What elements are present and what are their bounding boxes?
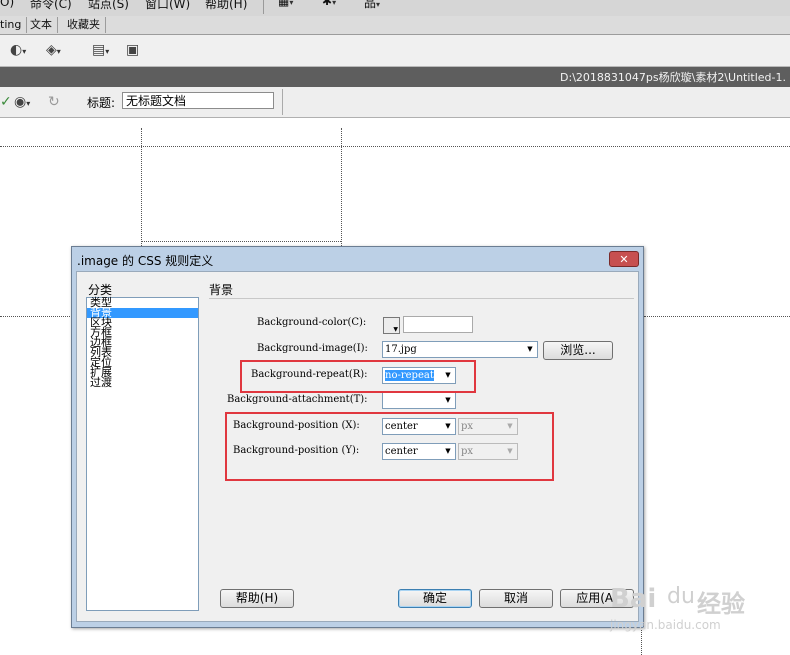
chevron-down-icon[interactable]: ▼ [525,343,535,356]
watermark-url: jingyan.baidu.com [610,618,721,632]
file-path-bar: D:\2018831047ps杨欣璇\素材2\Untitled-1. [0,67,790,87]
cancel-button[interactable]: 取消 [479,589,553,608]
title-label: 标题: [87,96,116,110]
panel-title: 背景 [209,283,234,297]
bg-attachment-label: Background-attachment(T): [227,394,368,405]
extend-gear-icon[interactable]: ✱▾ [322,0,336,8]
media-insert-icon[interactable]: ◈▾ [46,41,61,59]
baidu-watermark: Bai du 经验 jingyan.baidu.com [604,578,784,638]
comment-insert-icon[interactable]: ▣ [126,41,139,59]
validate-check-icon[interactable]: ✓ [0,93,12,111]
menu-item-window[interactable]: 窗口(W) [145,0,190,12]
menu-separator [263,0,264,14]
layout-icon[interactable]: ▦▾ [278,0,293,8]
browse-button[interactable]: 浏览... [543,341,613,360]
highlight-box-position [225,412,554,481]
menu-item-help[interactable]: 帮助(H) [205,0,247,12]
menu-item-partial[interactable]: O) [0,0,14,9]
help-button[interactable]: 帮助(H) [220,589,294,608]
watermark-paw-text: du [667,584,695,609]
dialog-title: .image 的 CSS 规则定义 [77,254,214,268]
dialog-body: 分类 类型 背景 区块 方框 边框 列表 定位 扩展 过渡 背景 Backgro… [76,271,639,622]
toolbar-separator [282,89,283,115]
panel-divider [209,298,634,299]
ok-button[interactable]: 确定 [398,589,472,608]
bg-image-value: 17.jpg [385,344,417,355]
refresh-icon[interactable]: ↻ [48,93,60,111]
insert-toolbar: ◐▾ ◈▾ ▤▾ ▣ [0,35,790,67]
image-insert-icon[interactable]: ◐▾ [10,41,26,59]
file-path: D:\2018831047ps杨欣璇\素材2\Untitled-1. [560,71,786,84]
chevron-down-icon: ▼ [393,326,398,333]
canvas-guide-line [341,128,342,246]
chevron-down-icon[interactable]: ▼ [443,394,453,407]
bg-color-input[interactable] [403,316,473,333]
watermark-jingyan-text: 经验 [697,590,745,618]
canvas-guide-line [0,146,790,147]
insert-panel-tabs: ting 文本 收藏夹 [0,16,790,35]
tab-favorites[interactable]: 收藏夹 [62,17,106,33]
document-toolbar: ✓ ◉▾ ↻ 标题: 无标题文档 [0,87,790,118]
close-button[interactable]: ✕ [609,251,639,267]
canvas-guide-line [141,128,142,246]
category-list[interactable]: 类型 背景 区块 方框 边框 列表 定位 扩展 过渡 [86,297,199,611]
category-item-transition[interactable]: 过渡 [87,377,198,388]
tab-partial[interactable]: ting [0,17,28,33]
watermark-logo-text: Bai [610,584,657,614]
site-sitemap-icon[interactable]: 品▾ [364,0,380,11]
live-view-eye-icon[interactable]: ◉▾ [14,93,30,111]
menu-item-commands[interactable]: 命令(C) [30,0,72,12]
css-rule-dialog: .image 的 CSS 规则定义 ✕ 分类 类型 背景 区块 方框 边框 列表… [71,246,644,628]
canvas-guide-line [644,316,790,317]
bg-image-combo[interactable]: 17.jpg ▼ [382,341,538,358]
canvas-guide-line [141,241,341,242]
canvas-guide-line [0,316,72,317]
bg-attachment-select[interactable]: ▼ [382,392,456,409]
menu-bar: O) 命令(C) 站点(S) 窗口(W) 帮助(H) ▦▾ ✱▾ 品▾ [0,0,790,16]
menu-item-site[interactable]: 站点(S) [88,0,129,12]
template-insert-icon[interactable]: ▤▾ [92,41,109,59]
tab-text[interactable]: 文本 [25,17,58,33]
highlight-box-repeat [240,360,476,393]
title-input[interactable]: 无标题文档 [122,92,274,109]
bg-image-label: Background-image(I): [257,343,368,354]
bg-color-picker[interactable]: ▼ [383,317,400,334]
bg-color-label: Background-color(C): [257,317,367,328]
